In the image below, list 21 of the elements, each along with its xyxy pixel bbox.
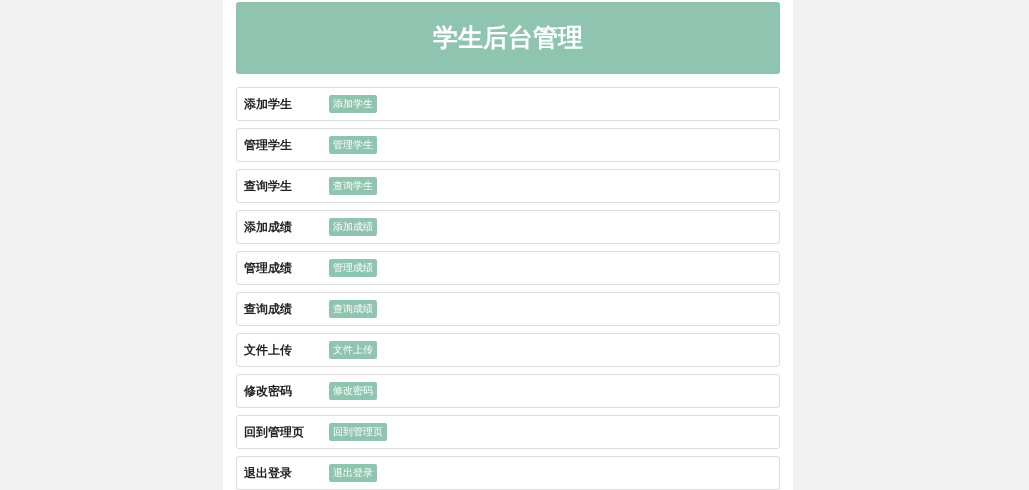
page-title: 学生后台管理 <box>432 22 583 55</box>
row-label: 管理学生 <box>243 137 293 154</box>
menu-button[interactable]: 回到管理页 <box>328 423 387 441</box>
row-label: 查询学生 <box>243 178 293 195</box>
row-label: 修改密码 <box>243 383 293 400</box>
menu-button[interactable]: 修改密码 <box>328 382 377 400</box>
menu-button[interactable]: 管理学生 <box>328 136 377 154</box>
menu-button[interactable]: 文件上传 <box>328 341 377 359</box>
menu-button[interactable]: 添加学生 <box>328 95 377 113</box>
row-label: 回到管理页 <box>243 424 305 441</box>
row-label: 文件上传 <box>243 342 293 359</box>
row-label: 查询成绩 <box>243 301 293 318</box>
menu-button[interactable]: 查询成绩 <box>328 300 377 318</box>
menu-button[interactable]: 查询学生 <box>328 177 377 195</box>
row-label: 添加成绩 <box>243 219 293 236</box>
row-label: 管理成绩 <box>243 260 293 277</box>
menu-button[interactable]: 添加成绩 <box>328 218 377 236</box>
menu-button[interactable]: 退出登录 <box>328 464 377 482</box>
row-label: 添加学生 <box>243 96 293 113</box>
menu-button[interactable]: 管理成绩 <box>328 259 377 277</box>
row-label: 退出登录 <box>243 465 293 482</box>
